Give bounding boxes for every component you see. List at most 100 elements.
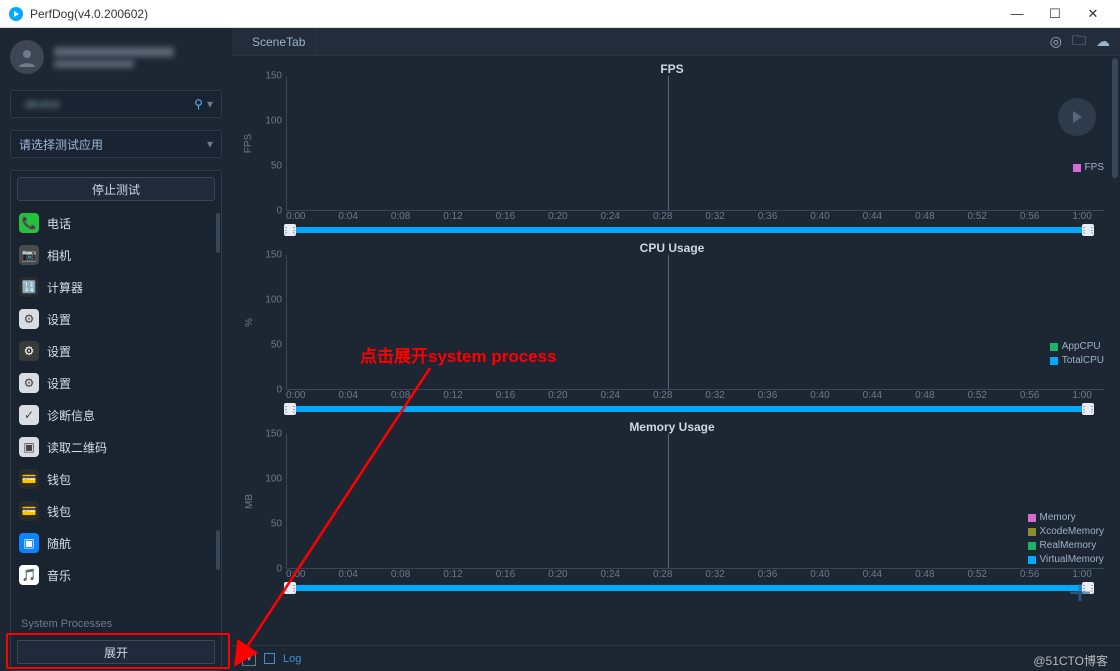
app-list[interactable]: 📞 电话 📷相机🔢计算器 ⚙ 设置 ⚙ 设置 ⚙ 设置 ✓ 诊断信息 ▣读取二维码 💳 钱包 💳 钱包 ▣ 随航 🎵… <box>11 207 221 610</box>
y-axis-label: % <box>240 255 258 390</box>
list-item[interactable]: ⚙ 设置 <box>11 303 221 335</box>
log-checkbox[interactable] <box>264 653 275 664</box>
scrollbar-thumb[interactable] <box>216 530 220 570</box>
select-app-label: 请选择测试应用 <box>19 136 103 153</box>
window-title: PerfDog(v4.0.200602) <box>30 7 148 21</box>
app-icon: ▣ <box>19 437 39 457</box>
stop-test-button[interactable]: 停止测试 <box>17 177 215 201</box>
list-item[interactable]: 📷相机 <box>11 239 221 271</box>
chart-legend: AppCPUTotalCPU <box>1050 341 1104 366</box>
tab-bar: SceneTab ◎ 🗀 ☁ <box>232 28 1120 56</box>
time-range-slider[interactable]: ⋮⋮ ⋮⋮ <box>240 225 1104 239</box>
app-label: 设置 <box>47 311 71 328</box>
location-icon[interactable]: ◎ <box>1050 33 1062 50</box>
app-logo-icon <box>8 6 24 22</box>
slider-handle-left[interactable]: ⋮⋮ <box>284 224 296 236</box>
charts-container: FPSFPS050100150FPS0:000:040:080:120:160:… <box>232 56 1120 645</box>
app-icon: ▣ <box>19 533 39 553</box>
app-icon: ⚙ <box>19 373 39 393</box>
chart-memory-usage: Memory UsageMB050100150 MemoryXcodeMemory… <box>240 418 1104 597</box>
folder-icon[interactable]: 🗀 <box>1072 30 1086 54</box>
app-icon: 📷 <box>19 245 39 265</box>
app-icon: 🎵 <box>19 565 39 585</box>
app-icon: ⚙ <box>19 309 39 329</box>
time-range-slider[interactable]: ⋮⋮ ⋮⋮ <box>240 404 1104 418</box>
chart-fps: FPSFPS050100150FPS0:000:040:080:120:160:… <box>240 60 1104 239</box>
app-label: 钱包 <box>47 503 71 520</box>
chart-legend: MemoryXcodeMemoryRealMemoryVirtualMemory <box>1028 512 1104 565</box>
window-minimize-button[interactable]: — <box>998 0 1036 28</box>
expand-button[interactable]: 展开 <box>17 640 215 664</box>
list-item[interactable]: ▣ 随航 <box>11 527 221 559</box>
app-label: 诊断信息 <box>47 407 95 424</box>
scrollbar-thumb[interactable] <box>216 213 220 253</box>
slider-handle-left[interactable]: ⋮⋮ <box>284 403 296 415</box>
app-label: 音乐 <box>47 567 71 584</box>
log-label[interactable]: Log <box>283 653 301 665</box>
profile-sub-blurred <box>54 60 134 68</box>
select-app-dropdown[interactable]: 请选择测试应用 ▾ <box>10 130 222 158</box>
cloud-icon[interactable]: ☁ <box>1096 33 1110 50</box>
window-titlebar: PerfDog(v4.0.200602) — ☐ ✕ <box>0 0 1120 28</box>
chart-title: FPS <box>240 60 1104 76</box>
slider-handle-right[interactable]: ⋮⋮ <box>1082 224 1094 236</box>
chart-title: CPU Usage <box>240 239 1104 255</box>
chart-cpu-usage: CPU Usage%050100150 AppCPUTotalCPU 0:000:0… <box>240 239 1104 418</box>
app-icon: 📞 <box>19 213 39 233</box>
app-panel: 停止测试 📞 电话 📷相机🔢计算器 ⚙ 设置 ⚙ 设置 ⚙ 设置 ✓ 诊断信息 ▣读取二维码 💳 钱包 💳 钱… <box>10 170 222 671</box>
tab-scene[interactable]: SceneTab <box>242 28 316 55</box>
chart-legend: FPS <box>1073 162 1104 173</box>
app-icon: 💳 <box>19 501 39 521</box>
y-axis-label: MB <box>240 434 258 569</box>
y-axis-label: FPS <box>240 76 258 211</box>
app-icon: 💳 <box>19 469 39 489</box>
profile-name-blurred <box>54 47 174 57</box>
main-scrollbar[interactable] <box>1112 58 1118 641</box>
time-range-slider[interactable]: ⋮⋮⋮⋮ <box>240 583 1104 597</box>
app-label: 随航 <box>47 535 71 552</box>
bottom-bar: ▾ Log <box>232 645 1120 671</box>
paperclip-icon: ⚲ <box>194 97 203 111</box>
y-ticks: 050100150 <box>258 76 286 211</box>
list-item[interactable]: ▣读取二维码 <box>11 431 221 463</box>
window-close-button[interactable]: ✕ <box>1074 0 1112 28</box>
app-icon: ⚙ <box>19 341 39 361</box>
x-ticks: 0:000:040:080:120:160:200:240:280:320:36… <box>240 211 1104 225</box>
list-item[interactable]: 📞 电话 <box>11 207 221 239</box>
app-label: 电话 <box>47 215 71 232</box>
collapse-toggle[interactable]: ▾ <box>242 652 256 666</box>
profile-block <box>0 28 232 84</box>
device-selector[interactable]: device ⚲ ▾ <box>10 90 222 118</box>
list-item[interactable]: ✓ 诊断信息 <box>11 399 221 431</box>
chevron-down-icon: ▾ <box>207 97 213 111</box>
list-item[interactable]: 🎵 音乐 <box>11 559 221 591</box>
plot-area[interactable] <box>286 76 1104 211</box>
window-maximize-button[interactable]: ☐ <box>1036 0 1074 28</box>
plot-area[interactable] <box>286 434 1104 569</box>
list-item[interactable]: ⚙ 设置 <box>11 335 221 367</box>
app-icon: ✓ <box>19 405 39 425</box>
watermark: @51CTO博客 <box>1033 652 1108 669</box>
slider-handle-right[interactable]: ⋮⋮ <box>1082 403 1094 415</box>
list-item[interactable]: ⚙ 设置 <box>11 367 221 399</box>
x-ticks: 0:000:040:080:120:160:200:240:280:320:36… <box>240 569 1104 583</box>
app-label: 钱包 <box>47 471 71 488</box>
app-label: 设置 <box>47 343 71 360</box>
y-ticks: 050100150 <box>258 255 286 390</box>
slider-handle-left[interactable]: ⋮⋮ <box>284 582 296 594</box>
x-ticks: 0:000:040:080:120:160:200:240:280:320:36… <box>240 390 1104 404</box>
chevron-down-icon: ▾ <box>207 137 213 151</box>
app-label: 设置 <box>47 375 71 392</box>
list-item[interactable]: 💳 钱包 <box>11 463 221 495</box>
plus-watermark-icon: + <box>1068 574 1092 613</box>
chart-title: Memory Usage <box>240 418 1104 434</box>
list-item[interactable]: 💳 钱包 <box>11 495 221 527</box>
system-processes-header: System Processes <box>11 610 221 638</box>
plot-area[interactable] <box>286 255 1104 390</box>
list-item[interactable]: 🔢计算器 <box>11 271 221 303</box>
app-label: 计算器 <box>47 279 83 296</box>
sidebar: device ⚲ ▾ 请选择测试应用 ▾ 停止测试 📞电话📷相机🔢计算器⚙设置⚙… <box>0 28 232 671</box>
main-area: SceneTab ◎ 🗀 ☁ FPSFPS050100150FPS0:000:0… <box>232 28 1120 671</box>
device-name-blurred: device <box>25 97 194 111</box>
y-ticks: 050100150 <box>258 434 286 569</box>
